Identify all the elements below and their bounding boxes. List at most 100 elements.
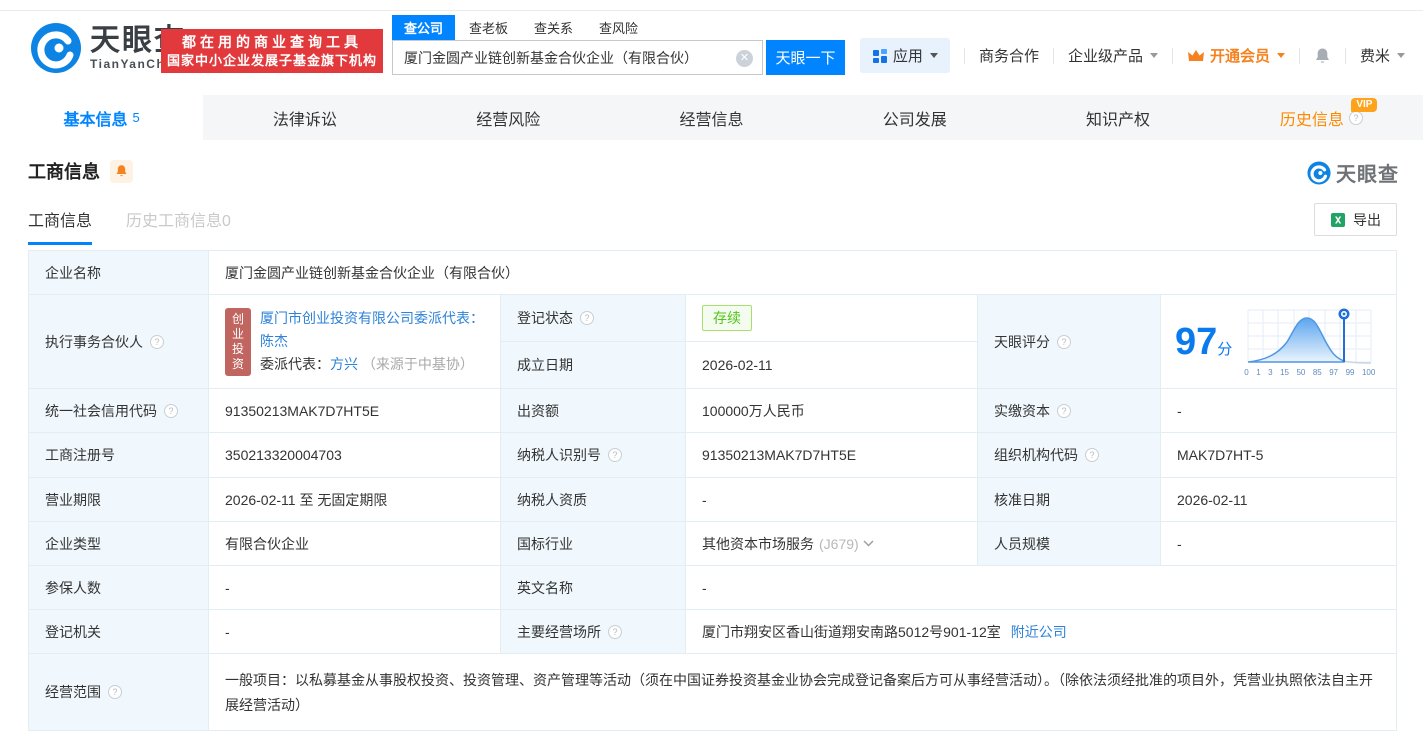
vip-badge: VIP (1351, 98, 1378, 112)
field-label: 参保人数 (29, 566, 209, 610)
search-tab-company[interactable]: 查公司 (392, 15, 456, 40)
tianyancha-logo-icon (1307, 160, 1331, 185)
user-menu[interactable]: 费米 (1360, 45, 1405, 66)
export-button[interactable]: 导出 (1314, 203, 1397, 236)
established-date-value: 2026-02-11 (686, 342, 978, 389)
help-icon[interactable]: ? (608, 448, 622, 462)
help-icon[interactable]: ? (1057, 403, 1071, 418)
help-icon[interactable]: ? (608, 624, 622, 639)
field-label: 营业期限 (29, 478, 209, 522)
field-label: 国标行业 (501, 522, 686, 566)
tianyancha-watermark: 天眼查 (1307, 158, 1399, 187)
help-icon[interactable]: ? (580, 311, 594, 325)
status-badge: 存续 (702, 305, 752, 331)
apps-grid-icon (872, 48, 887, 63)
field-label: 企业名称 (29, 251, 209, 295)
notifications-button[interactable] (1314, 47, 1331, 65)
tab-company-development[interactable]: 公司发展 (813, 95, 1016, 140)
bell-icon (1315, 48, 1329, 63)
delegate-link[interactable]: 方兴 (330, 356, 358, 372)
subtab-history-business-info[interactable]: 历史工商信息0 (126, 207, 231, 245)
address-value: 厦门市翔安区香山街道翔安南路5012号901-12室 (702, 623, 1001, 640)
field-label: 核准日期 (978, 478, 1161, 522)
help-icon[interactable]: ? (1057, 334, 1071, 349)
top-divider (0, 10, 1423, 11)
field-label: 纳税人识别号 (517, 447, 601, 463)
delegate-source-note: （来源于中基协） (361, 356, 474, 372)
tab-basic-info[interactable]: 基本信息 5 (0, 95, 204, 140)
excel-icon (1331, 212, 1345, 227)
apps-label: 应用 (892, 48, 923, 65)
field-label: 企业类型 (29, 522, 209, 566)
enterprise-products-menu[interactable]: 企业级产品 (1068, 45, 1158, 66)
field-label: 英文名称 (501, 566, 686, 610)
approval-date-value: 2026-02-11 (1161, 478, 1397, 522)
help-icon[interactable]: ? (150, 334, 164, 349)
brand-promo-banner: 都在用的商业查询工具 国家中小企业发展子基金旗下机构 (161, 29, 383, 73)
taxpayer-quality-value: - (686, 478, 978, 522)
industry-value: 其他资本市场服务 (702, 535, 814, 552)
help-icon[interactable]: ? (108, 685, 122, 699)
basic-info-count: 5 (132, 110, 140, 125)
subtab-business-info[interactable]: 工商信息 (28, 207, 93, 245)
tianyancha-logo-icon (31, 23, 81, 73)
score-distribution-chart: 0 1 3 15 50 85 97 99 100 (1244, 306, 1377, 377)
help-icon[interactable]: ? (1348, 110, 1363, 125)
search-button[interactable]: 天眼一下 (766, 40, 845, 75)
search-tab-boss[interactable]: 查老板 (457, 15, 520, 40)
tianyancha-company-page: 天眼查 TianYanCha.com 都在用的商业查询工具 国家中小企业发展子基… (0, 0, 1423, 735)
search-tab-risk[interactable]: 查风险 (587, 15, 650, 40)
tab-operating-info[interactable]: 经营信息 (610, 95, 813, 140)
field-label: 实缴资本 (994, 402, 1050, 419)
field-label: 主要经营场所 (517, 623, 601, 640)
contribution-value: 100000万人民币 (686, 389, 978, 433)
open-vip-menu[interactable]: 开通会员 (1187, 45, 1285, 66)
score-axis-ticks: 0 1 3 15 50 85 97 99 100 (1244, 368, 1376, 377)
chevron-down-icon[interactable] (863, 540, 874, 547)
paid-capital-value: - (1161, 389, 1397, 433)
field-label: 登记机关 (29, 610, 209, 654)
search-tab-relation[interactable]: 查关系 (522, 15, 585, 40)
crown-icon (1187, 49, 1204, 61)
industry-cell: 其他资本市场服务 (J679) (686, 522, 978, 566)
monitor-bell-button[interactable] (110, 159, 133, 183)
bell-curve-area (1248, 317, 1346, 363)
insured-count-value: - (209, 566, 501, 610)
chevron-down-icon (929, 53, 938, 58)
partner-company-link[interactable]: 厦门市创业投资有限公司委派代表：陈杰 (260, 310, 484, 349)
chevron-down-icon (1149, 53, 1158, 58)
nearby-companies-link[interactable]: 附近公司 (1011, 622, 1067, 642)
field-label: 工商注册号 (29, 433, 209, 478)
header-search: 查公司 查老板 查关系 查风险 ✕ 天眼一下 (392, 15, 845, 75)
help-icon[interactable]: ? (164, 403, 178, 418)
score-value: 97 (1175, 320, 1218, 363)
business-cooperation-link[interactable]: 商务合作 (979, 45, 1039, 66)
promo-line2: 国家中小企业发展子基金旗下机构 (166, 53, 377, 68)
address-cell: 厦门市翔安区香山街道翔安南路5012号901-12室 附近公司 (686, 610, 1397, 654)
field-label: 人员规模 (978, 522, 1161, 566)
header-nav: 应用 商务合作 企业级产品 开通会员 费米 (859, 38, 1405, 73)
org-code-value: MAK7D7HT-5 (1161, 433, 1397, 478)
field-label: 组织机构代码 (994, 447, 1078, 463)
business-scope-value: 一般项目：以私募基金从事股权投资、投资管理、资产管理等活动（须在中国证券投资基金… (209, 654, 1397, 731)
business-info-table: 企业名称 厦门金圆产业链创新基金合伙企业（有限合伙） 执行事务合伙人 ? 创业投… (28, 250, 1397, 731)
search-input[interactable] (393, 41, 762, 74)
section-title: 工商信息 (28, 162, 100, 182)
tab-intellectual-property[interactable]: 知识产权 (1016, 95, 1219, 140)
field-label: 成立日期 (501, 342, 686, 389)
field-label: 出资额 (501, 389, 686, 433)
help-icon[interactable]: ? (1085, 448, 1099, 462)
score-marker-pin (1338, 308, 1350, 320)
registration-authority-value: - (209, 610, 501, 654)
clear-search-icon[interactable]: ✕ (736, 50, 753, 67)
delegate-prefix: 委派代表： (260, 356, 330, 372)
executive-partner-cell: 创业投资 厦门市创业投资有限公司委派代表：陈杰 委派代表：方兴 （来源于中基协） (209, 295, 501, 389)
industry-code: (J679) (819, 535, 859, 552)
company-name-value: 厦门金圆产业链创新基金合伙企业（有限合伙） (209, 251, 1397, 295)
business-info-subtabs: 工商信息 历史工商信息0 (28, 207, 231, 245)
field-label: 纳税人资质 (501, 478, 686, 522)
tab-operating-risk[interactable]: 经营风险 (407, 95, 610, 140)
tab-legal[interactable]: 法律诉讼 (203, 95, 406, 140)
apps-menu[interactable]: 应用 (859, 38, 950, 73)
tab-history-info[interactable]: 历史信息 ? VIP (1220, 95, 1423, 140)
